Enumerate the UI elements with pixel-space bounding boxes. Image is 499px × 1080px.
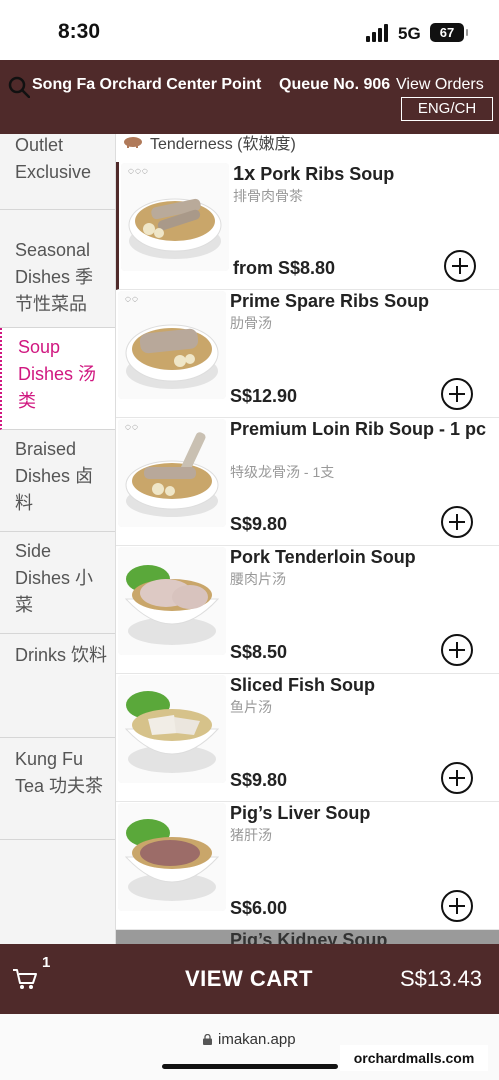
item-name-text: Pork Ribs Soup: [260, 164, 395, 184]
sidebar-item-outlet-exclusive[interactable]: Outlet Exclusive: [0, 134, 115, 210]
item-price: from S$8.80: [233, 258, 336, 278]
sidebar-item-drinks[interactable]: Drinks 饮料: [0, 634, 115, 738]
item-name: Pig’s Kidney Soup: [230, 930, 388, 944]
add-button[interactable]: [444, 250, 476, 282]
cart-icon[interactable]: [12, 968, 38, 990]
item-name: Pig’s Liver Soup: [230, 803, 371, 823]
store-name: Song Fa Orchard Center Point: [32, 76, 262, 93]
item-name-cn: 肋骨汤: [230, 315, 272, 331]
app-header: Song Fa Orchard Center Point Queue No. 9…: [0, 60, 499, 134]
item-name: 1x Pork Ribs Soup: [233, 163, 495, 185]
language-toggle-button[interactable]: ENG/CH: [401, 97, 493, 121]
pork-ribs-soup-image: ◌◌◌: [121, 163, 229, 271]
lock-icon: [203, 1034, 212, 1045]
pigs-liver-soup-image: [118, 803, 226, 911]
add-button[interactable]: [441, 762, 473, 794]
view-orders-link[interactable]: View Orders: [396, 76, 484, 94]
add-button[interactable]: [441, 506, 473, 538]
item-name-cn: 排骨肉骨茶: [233, 188, 303, 204]
item-price: S$6.00: [230, 898, 288, 918]
add-button[interactable]: [441, 634, 473, 666]
network-type: 5G: [398, 24, 421, 43]
cart-total: S$13.43: [400, 966, 482, 991]
sidebar-item-seasonal-dishes[interactable]: Seasonal Dishes 季节性菜品: [0, 210, 115, 328]
status-bar: 8:30 5G 67: [0, 0, 499, 60]
pig-icon: [124, 137, 142, 148]
menu-item[interactable]: ◌◌ Prime Spare Ribs Soup 肋骨汤 S$12.90: [116, 290, 499, 418]
sidebar-item-side-dishes[interactable]: Side Dishes 小菜: [0, 532, 115, 634]
item-price: S$12.90: [230, 386, 298, 406]
menu-item[interactable]: ◌◌◌ 1x Pork Ribs Soup 排骨肉骨茶 from S$8.80: [116, 162, 499, 290]
menu-item[interactable]: Sliced Fish Soup 鱼片汤 S$9.80: [116, 674, 499, 802]
status-time: 8:30: [58, 20, 101, 43]
item-name: Sliced Fish Soup: [230, 675, 376, 695]
sidebar-item-kung-fu-tea[interactable]: Kung Fu Tea 功夫茶: [0, 738, 115, 840]
prime-spare-ribs-soup-image: ◌◌: [118, 291, 226, 399]
search-icon[interactable]: [8, 76, 30, 98]
item-price: S$8.50: [230, 642, 288, 662]
tenderness-label: Tenderness (软嫩度): [150, 136, 296, 153]
menu-item[interactable]: Pig’s Liver Soup 猪肝汤 S$6.00: [116, 802, 499, 930]
item-name-cn: 特级龙骨汤 - 1支: [230, 464, 335, 480]
battery-icon: 67: [430, 23, 468, 42]
pork-tenderloin-soup-image: [118, 547, 226, 655]
sidebar-item-soup-dishes[interactable]: Soup Dishes 汤类: [0, 328, 115, 430]
tenderness-icons: ◌◌: [125, 294, 139, 305]
cart-bar[interactable]: 1 VIEW CART S$13.43: [0, 944, 499, 1014]
add-button[interactable]: [441, 378, 473, 410]
item-name: Premium Loin Rib Soup - 1 pc: [230, 419, 487, 439]
url-text[interactable]: imakan.app: [218, 1031, 296, 1048]
menu-item[interactable]: ◌◌ Premium Loin Rib Soup - 1 pc 特级龙骨汤 - …: [116, 418, 499, 546]
view-cart-button[interactable]: VIEW CART: [185, 966, 313, 992]
item-name-cn: 猪肝汤: [230, 827, 272, 843]
category-sidebar: Outlet Exclusive Seasonal Dishes 季节性菜品 S…: [0, 134, 116, 944]
menu-item-unavailable: Pig’s Kidney Soup: [116, 930, 499, 944]
item-price: S$9.80: [230, 770, 288, 790]
watermark: orchardmalls.com: [340, 1045, 488, 1071]
sliced-fish-soup-image: [118, 675, 226, 783]
item-price: S$9.80: [230, 514, 288, 534]
tenderness-legend: Tenderness (软嫩度): [116, 134, 499, 162]
cart-count-badge: 1: [42, 954, 51, 971]
item-name: Prime Spare Ribs Soup: [230, 291, 430, 311]
tenderness-icons: ◌◌◌: [128, 166, 149, 177]
home-indicator[interactable]: [162, 1064, 338, 1069]
item-name-cn: 腰肉片汤: [230, 571, 286, 587]
menu-list: Tenderness (软嫩度) ◌◌◌ 1x Pork Ribs Soup 排…: [116, 134, 499, 944]
add-button[interactable]: [441, 890, 473, 922]
premium-loin-rib-soup-image: ◌◌: [118, 419, 226, 527]
queue-number: Queue No. 906: [279, 76, 391, 93]
tenderness-icons: ◌◌: [125, 422, 139, 433]
item-name-cn: 鱼片汤: [230, 699, 272, 715]
sidebar-item-braised-dishes[interactable]: Braised Dishes 卤料: [0, 430, 115, 532]
signal-icon: [366, 24, 390, 42]
menu-item[interactable]: Pork Tenderloin Soup 腰肉片汤 S$8.50: [116, 546, 499, 674]
item-name: Pork Tenderloin Soup: [230, 547, 416, 567]
item-quantity: 1x: [233, 163, 256, 185]
